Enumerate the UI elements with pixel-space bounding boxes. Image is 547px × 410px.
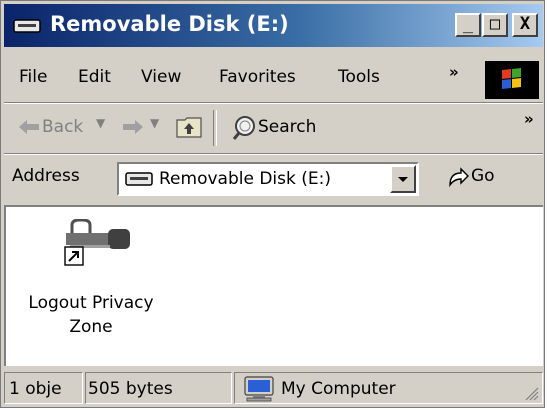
address-value[interactable]: Removable Disk (E:)	[159, 169, 331, 189]
menu-favorites[interactable]: Favorites	[219, 67, 296, 87]
search-button[interactable]: Search	[258, 117, 316, 137]
menu-overflow-chevron[interactable]: »	[449, 63, 459, 81]
maximize-button[interactable]: □	[482, 13, 508, 37]
drive-icon	[13, 19, 41, 33]
resize-grip-icon[interactable]	[523, 385, 539, 401]
maximize-glyph: □	[489, 14, 501, 34]
title-bar[interactable]: Removable Disk (E:) _ □ X	[4, 4, 543, 47]
drive-icon	[125, 172, 153, 186]
minimize-glyph: _	[462, 14, 474, 34]
status-zone: My Computer	[281, 379, 396, 399]
address-field[interactable]: Removable Disk (E:)	[117, 162, 419, 196]
file-label[interactable]: Logout Privacy Zone	[6, 291, 176, 339]
minimize-button[interactable]: _	[455, 13, 481, 37]
close-glyph: X	[519, 14, 531, 34]
address-dropdown-button[interactable]	[390, 165, 416, 193]
status-objects-panel: 1 obje	[4, 372, 83, 404]
standard-toolbar: Back ▼ ▼ Search »	[4, 104, 543, 152]
menu-bar: File Edit View Favorites Tools »	[4, 59, 543, 101]
status-zone-panel: My Computer	[234, 372, 543, 404]
my-computer-icon	[244, 376, 274, 402]
go-button[interactable]: Go	[471, 166, 495, 186]
forward-dropdown-icon[interactable]: ▼	[150, 116, 159, 130]
status-objects: 1 obje	[9, 379, 62, 399]
go-arrow-icon[interactable]	[446, 165, 470, 189]
toolbar-overflow-chevron[interactable]: »	[524, 110, 534, 128]
menu-edit[interactable]: Edit	[78, 67, 111, 87]
file-view[interactable]: Logout Privacy Zone	[4, 205, 543, 366]
status-size-panel: 505 bytes	[85, 372, 232, 404]
back-arrow-icon[interactable]	[18, 118, 40, 136]
menu-view[interactable]: View	[141, 67, 181, 87]
close-button[interactable]: X	[512, 13, 538, 37]
status-bar: 1 obje 505 bytes My Computer	[4, 370, 543, 406]
forward-arrow-icon[interactable]	[122, 118, 144, 136]
chevron-down-icon	[398, 177, 408, 182]
status-size: 505 bytes	[88, 379, 173, 399]
menu-file[interactable]: File	[19, 67, 47, 87]
window-title: Removable Disk (E:)	[50, 12, 289, 36]
address-bar: Address Removable Disk (E:) Go	[4, 156, 543, 201]
up-folder-icon[interactable]	[176, 115, 202, 139]
explorer-window: Removable Disk (E:) _ □ X File Edit View…	[0, 0, 545, 408]
file-item[interactable]: Logout Privacy Zone	[6, 207, 176, 347]
toolbar-separator-line	[4, 153, 543, 155]
search-magnifier-icon[interactable]	[231, 114, 259, 142]
windows-logo-icon	[485, 61, 539, 99]
address-label: Address	[12, 166, 80, 186]
menu-tools[interactable]: Tools	[338, 67, 380, 87]
back-button[interactable]: Back	[42, 117, 83, 137]
back-dropdown-icon[interactable]: ▼	[96, 116, 105, 130]
toolbar-separator	[213, 110, 217, 146]
padlock-key-icon	[64, 219, 130, 266]
